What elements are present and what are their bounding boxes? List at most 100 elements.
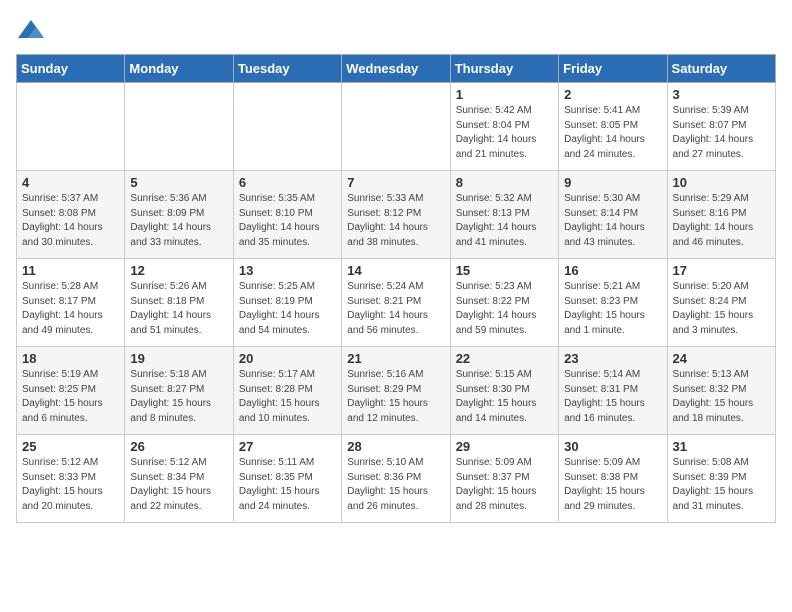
day-number: 2 <box>564 87 661 102</box>
day-number: 17 <box>673 263 770 278</box>
day-number: 3 <box>673 87 770 102</box>
day-number: 22 <box>456 351 553 366</box>
day-number: 28 <box>347 439 444 454</box>
day-number: 5 <box>130 175 227 190</box>
day-info: Sunrise: 5:28 AM Sunset: 8:17 PM Dayligh… <box>22 280 119 338</box>
day-info: Sunrise: 5:11 AM Sunset: 8:35 PM Dayligh… <box>239 456 336 514</box>
day-number: 26 <box>130 439 227 454</box>
calendar-cell: 31 Sunrise: 5:08 AM Sunset: 8:39 PM Dayli… <box>667 435 775 523</box>
day-info: Sunrise: 5:29 AM Sunset: 8:16 PM Dayligh… <box>673 192 770 250</box>
day-number: 21 <box>347 351 444 366</box>
day-info: Sunrise: 5:36 AM Sunset: 8:09 PM Dayligh… <box>130 192 227 250</box>
day-number: 15 <box>456 263 553 278</box>
logo-icon <box>16 16 46 46</box>
calendar-cell: 12 Sunrise: 5:26 AM Sunset: 8:18 PM Dayli… <box>125 259 233 347</box>
day-info: Sunrise: 5:14 AM Sunset: 8:31 PM Dayligh… <box>564 368 661 426</box>
day-info: Sunrise: 5:39 AM Sunset: 8:07 PM Dayligh… <box>673 104 770 162</box>
day-info: Sunrise: 5:42 AM Sunset: 8:04 PM Dayligh… <box>456 104 553 162</box>
calendar-cell: 28 Sunrise: 5:10 AM Sunset: 8:36 PM Dayli… <box>342 435 450 523</box>
calendar-cell: 3 Sunrise: 5:39 AM Sunset: 8:07 PM Daylig… <box>667 83 775 171</box>
calendar-cell: 24Sunrise: 5:13 AM Sunset: 8:32 PM Dayli… <box>667 347 775 435</box>
calendar-cell <box>125 83 233 171</box>
calendar-cell: 18 Sunrise: 5:19 AM Sunset: 8:25 PM Dayli… <box>17 347 125 435</box>
day-info: Sunrise: 5:30 AM Sunset: 8:14 PM Dayligh… <box>564 192 661 250</box>
day-info: Sunrise: 5:21 AM Sunset: 8:23 PM Dayligh… <box>564 280 661 338</box>
calendar-cell: 23 Sunrise: 5:14 AM Sunset: 8:31 PM Dayli… <box>559 347 667 435</box>
day-number: 23 <box>564 351 661 366</box>
calendar-week-row: 25Sunrise: 5:12 AM Sunset: 8:33 PM Dayli… <box>17 435 776 523</box>
weekday-header-friday: Friday <box>559 55 667 83</box>
day-info: Sunrise: 5:19 AM Sunset: 8:25 PM Dayligh… <box>22 368 119 426</box>
day-info: Sunrise: 5:26 AM Sunset: 8:18 PM Dayligh… <box>130 280 227 338</box>
calendar-cell: 30Sunrise: 5:09 AM Sunset: 8:38 PM Dayli… <box>559 435 667 523</box>
day-info: Sunrise: 5:13 AM Sunset: 8:32 PM Dayligh… <box>673 368 770 426</box>
calendar-cell: 26 Sunrise: 5:12 AM Sunset: 8:34 PM Dayli… <box>125 435 233 523</box>
day-info: Sunrise: 5:24 AM Sunset: 8:21 PM Dayligh… <box>347 280 444 338</box>
weekday-header-row: SundayMondayTuesdayWednesdayThursdayFrid… <box>17 55 776 83</box>
day-number: 20 <box>239 351 336 366</box>
day-info: Sunrise: 5:09 AM Sunset: 8:38 PM Dayligh… <box>564 456 661 514</box>
day-info: Sunrise: 5:17 AM Sunset: 8:28 PM Dayligh… <box>239 368 336 426</box>
day-number: 12 <box>130 263 227 278</box>
calendar-cell: 27 Sunrise: 5:11 AM Sunset: 8:35 PM Dayli… <box>233 435 341 523</box>
day-info: Sunrise: 5:18 AM Sunset: 8:27 PM Dayligh… <box>130 368 227 426</box>
calendar-cell: 8Sunrise: 5:32 AM Sunset: 8:13 PM Daylig… <box>450 171 558 259</box>
weekday-header-saturday: Saturday <box>667 55 775 83</box>
calendar-cell: 1 Sunrise: 5:42 AM Sunset: 8:04 PM Daylig… <box>450 83 558 171</box>
calendar-week-row: 11 Sunrise: 5:28 AM Sunset: 8:17 PM Dayli… <box>17 259 776 347</box>
day-info: Sunrise: 5:35 AM Sunset: 8:10 PM Dayligh… <box>239 192 336 250</box>
calendar-cell: 14Sunrise: 5:24 AM Sunset: 8:21 PM Dayli… <box>342 259 450 347</box>
calendar-cell: 19 Sunrise: 5:18 AM Sunset: 8:27 PM Dayli… <box>125 347 233 435</box>
day-number: 29 <box>456 439 553 454</box>
day-info: Sunrise: 5:33 AM Sunset: 8:12 PM Dayligh… <box>347 192 444 250</box>
day-info: Sunrise: 5:41 AM Sunset: 8:05 PM Dayligh… <box>564 104 661 162</box>
day-number: 31 <box>673 439 770 454</box>
day-number: 7 <box>347 175 444 190</box>
calendar-table: SundayMondayTuesdayWednesdayThursdayFrid… <box>16 54 776 523</box>
day-number: 19 <box>130 351 227 366</box>
weekday-header-thursday: Thursday <box>450 55 558 83</box>
weekday-header-monday: Monday <box>125 55 233 83</box>
day-number: 16 <box>564 263 661 278</box>
calendar-cell <box>17 83 125 171</box>
day-info: Sunrise: 5:10 AM Sunset: 8:36 PM Dayligh… <box>347 456 444 514</box>
calendar-cell: 13 Sunrise: 5:25 AM Sunset: 8:19 PM Dayli… <box>233 259 341 347</box>
day-number: 18 <box>22 351 119 366</box>
calendar-cell: 5 Sunrise: 5:36 AM Sunset: 8:09 PM Daylig… <box>125 171 233 259</box>
day-number: 25 <box>22 439 119 454</box>
calendar-cell: 29 Sunrise: 5:09 AM Sunset: 8:37 PM Dayli… <box>450 435 558 523</box>
day-info: Sunrise: 5:25 AM Sunset: 8:19 PM Dayligh… <box>239 280 336 338</box>
day-info: Sunrise: 5:23 AM Sunset: 8:22 PM Dayligh… <box>456 280 553 338</box>
day-info: Sunrise: 5:20 AM Sunset: 8:24 PM Dayligh… <box>673 280 770 338</box>
day-number: 10 <box>673 175 770 190</box>
day-info: Sunrise: 5:09 AM Sunset: 8:37 PM Dayligh… <box>456 456 553 514</box>
day-info: Sunrise: 5:12 AM Sunset: 8:34 PM Dayligh… <box>130 456 227 514</box>
calendar-week-row: 4 Sunrise: 5:37 AM Sunset: 8:08 PM Daylig… <box>17 171 776 259</box>
calendar-cell: 20 Sunrise: 5:17 AM Sunset: 8:28 PM Dayli… <box>233 347 341 435</box>
calendar-cell: 7 Sunrise: 5:33 AM Sunset: 8:12 PM Daylig… <box>342 171 450 259</box>
calendar-cell: 17 Sunrise: 5:20 AM Sunset: 8:24 PM Dayli… <box>667 259 775 347</box>
day-number: 1 <box>456 87 553 102</box>
calendar-cell: 11 Sunrise: 5:28 AM Sunset: 8:17 PM Dayli… <box>17 259 125 347</box>
day-number: 9 <box>564 175 661 190</box>
day-info: Sunrise: 5:37 AM Sunset: 8:08 PM Dayligh… <box>22 192 119 250</box>
calendar-cell <box>342 83 450 171</box>
calendar-cell: 6 Sunrise: 5:35 AM Sunset: 8:10 PM Daylig… <box>233 171 341 259</box>
calendar-cell: 10 Sunrise: 5:29 AM Sunset: 8:16 PM Dayli… <box>667 171 775 259</box>
calendar-cell: 4 Sunrise: 5:37 AM Sunset: 8:08 PM Daylig… <box>17 171 125 259</box>
calendar-cell: 21Sunrise: 5:16 AM Sunset: 8:29 PM Dayli… <box>342 347 450 435</box>
calendar-cell: 2 Sunrise: 5:41 AM Sunset: 8:05 PM Daylig… <box>559 83 667 171</box>
day-number: 11 <box>22 263 119 278</box>
day-number: 27 <box>239 439 336 454</box>
day-info: Sunrise: 5:08 AM Sunset: 8:39 PM Dayligh… <box>673 456 770 514</box>
calendar-week-row: 1 Sunrise: 5:42 AM Sunset: 8:04 PM Daylig… <box>17 83 776 171</box>
weekday-header-tuesday: Tuesday <box>233 55 341 83</box>
day-number: 4 <box>22 175 119 190</box>
page-header <box>16 16 776 46</box>
calendar-cell: 25Sunrise: 5:12 AM Sunset: 8:33 PM Dayli… <box>17 435 125 523</box>
logo <box>16 16 50 46</box>
day-number: 13 <box>239 263 336 278</box>
day-number: 8 <box>456 175 553 190</box>
calendar-cell: 9 Sunrise: 5:30 AM Sunset: 8:14 PM Daylig… <box>559 171 667 259</box>
day-number: 6 <box>239 175 336 190</box>
